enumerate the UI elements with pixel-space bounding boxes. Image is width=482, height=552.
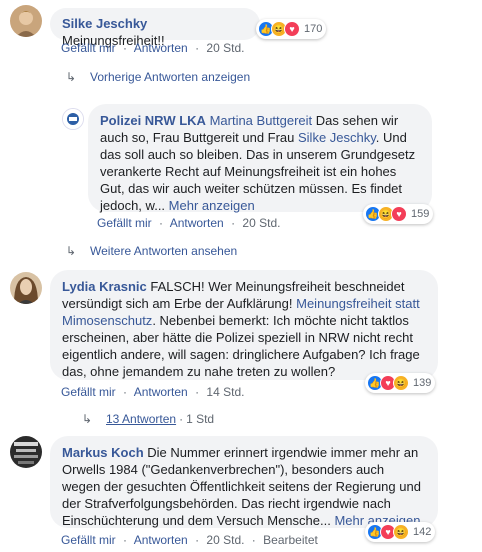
reaction-summary[interactable]: 👍 😆 ♥ 159 (363, 204, 434, 224)
reaction-count: 170 (304, 23, 323, 35)
separator: · (123, 533, 128, 547)
reaction-summary[interactable]: 👍 ♥ 😆 139 (365, 373, 436, 393)
edited-label: Bearbeitet (263, 533, 318, 547)
reply-button[interactable]: Antworten (170, 216, 224, 230)
love-reaction-icon: ♥ (391, 206, 407, 222)
separator: · (123, 41, 128, 55)
avatar-image (10, 272, 42, 304)
comment-actions: Gefällt mir · Antworten · 20 Std. · Bear… (61, 533, 318, 547)
haha-reaction-icon: 😆 (393, 375, 409, 391)
like-button[interactable]: Gefällt mir (61, 385, 116, 399)
comment-author[interactable]: Silke Jeschky (62, 16, 147, 31)
reply-arrow-icon: ↳ (66, 70, 77, 84)
reaction-summary[interactable]: 👍 ♥ 😆 142 (365, 522, 436, 542)
comment-actions: Gefällt mir · Antworten · 14 Std. (61, 385, 244, 399)
reply-button[interactable]: Antworten (134, 41, 188, 55)
timestamp[interactable]: 20 Std. (242, 216, 280, 230)
reaction-count: 139 (413, 377, 432, 389)
separator: · (179, 412, 184, 426)
avatar[interactable] (10, 5, 42, 37)
comment-author[interactable]: Markus Koch (62, 445, 144, 460)
reply-button[interactable]: Antworten (134, 385, 188, 399)
separator: · (251, 533, 256, 547)
replies-count-label: 13 Antworten (106, 412, 177, 426)
like-button[interactable]: Gefällt mir (97, 216, 152, 230)
love-reaction-icon: ♥ (284, 21, 300, 37)
comment-actions: Gefällt mir · Antworten · 20 Std. (97, 216, 280, 230)
separator: · (159, 216, 164, 230)
reaction-summary[interactable]: 👍 😆 ♥ 170 (256, 19, 327, 39)
haha-reaction-icon: 😆 (393, 524, 409, 540)
police-logo-icon (63, 109, 83, 129)
reaction-count: 159 (411, 208, 430, 220)
reaction-count: 142 (413, 526, 432, 538)
timestamp[interactable]: 20 Std. (206, 41, 244, 55)
avatar[interactable] (10, 436, 42, 468)
more-link[interactable]: Mehr anzeigen (169, 198, 255, 213)
comment-bubble: Polizei NRW LKA Martina Buttgereit Das s… (88, 104, 432, 213)
comment-actions: Gefällt mir · Antworten · 20 Std. (61, 41, 244, 55)
previous-replies-link[interactable]: ↳ Vorherige Antworten anzeigen (66, 70, 250, 84)
replies-count-link[interactable]: ↳ 13 Antworten · 1 Std (82, 412, 214, 426)
timestamp[interactable]: 14 Std. (206, 385, 244, 399)
mention-link[interactable]: Martina Buttgereit (210, 113, 313, 128)
like-button[interactable]: Gefällt mir (61, 41, 116, 55)
previous-replies-label: Vorherige Antworten anzeigen (90, 70, 251, 84)
reply-button[interactable]: Antworten (134, 533, 188, 547)
comment-bubble: Silke Jeschky Meinungsfreiheit!! (50, 8, 260, 48)
replies-time: 1 Std (186, 412, 215, 426)
avatar[interactable] (62, 108, 84, 130)
reply-arrow-icon: ↳ (82, 412, 93, 426)
comment-author[interactable]: Lydia Krasnic (62, 279, 147, 294)
separator: · (231, 216, 236, 230)
reply-arrow-icon: ↳ (66, 244, 77, 258)
separator: · (195, 385, 200, 399)
avatar[interactable] (10, 272, 42, 304)
avatar-image (10, 436, 42, 468)
more-replies-label: Weitere Antworten ansehen (90, 244, 238, 258)
separator: · (195, 41, 200, 55)
timestamp[interactable]: 20 Std. (206, 533, 244, 547)
comment-bubble: Lydia Krasnic FALSCH! Wer Meinungsfreihe… (50, 270, 438, 380)
avatar-image (10, 5, 42, 37)
comment-author[interactable]: Polizei NRW LKA (100, 113, 206, 128)
separator: · (123, 385, 128, 399)
like-button[interactable]: Gefällt mir (61, 533, 116, 547)
separator: · (195, 533, 200, 547)
comment-bubble: Markus Koch Die Nummer erinnert irgendwi… (50, 436, 438, 528)
mention-link[interactable]: Silke Jeschky (298, 130, 376, 145)
more-replies-link[interactable]: ↳ Weitere Antworten ansehen (66, 244, 237, 258)
